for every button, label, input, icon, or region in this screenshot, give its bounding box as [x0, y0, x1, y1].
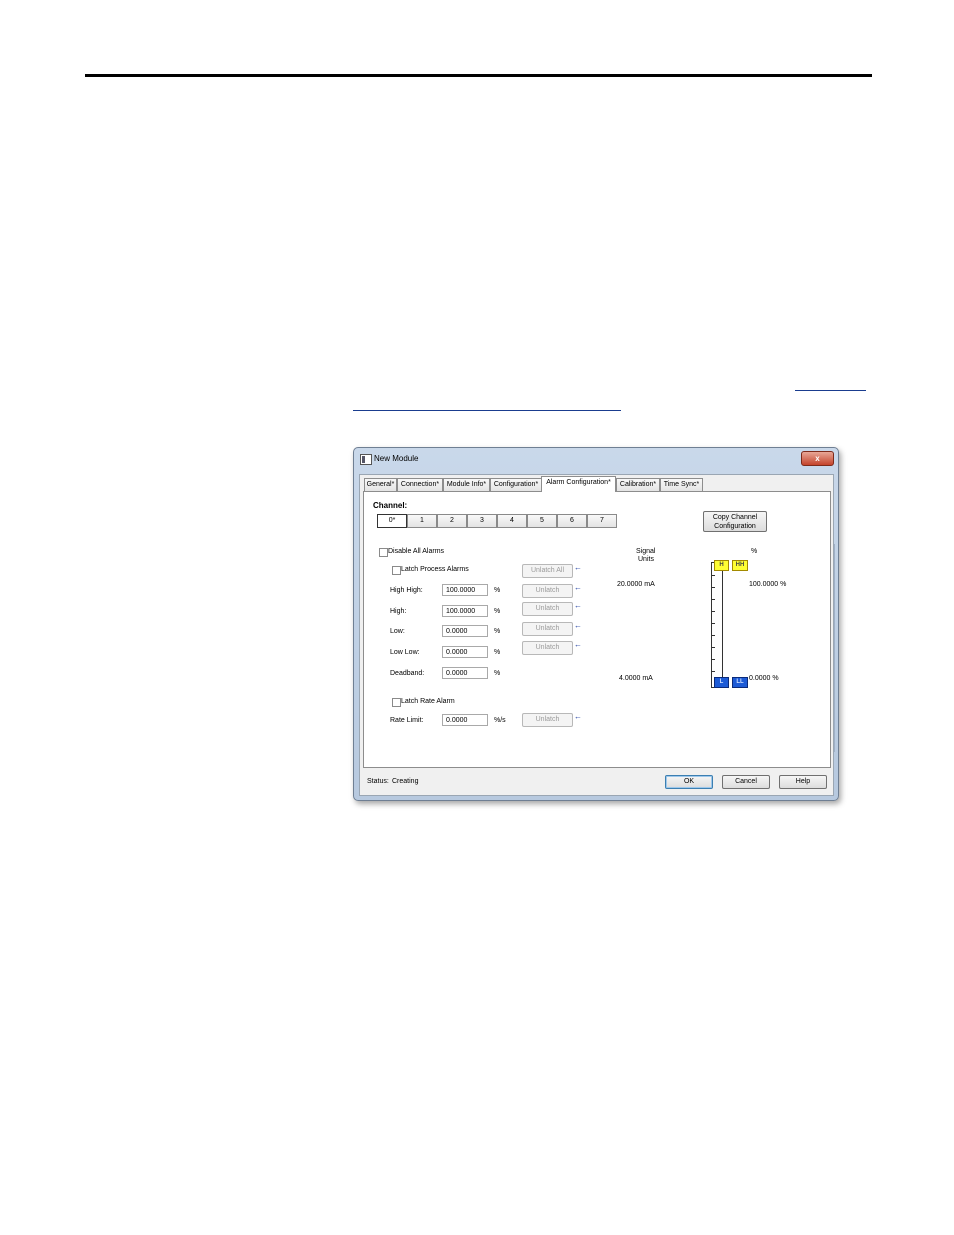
- latch-rate-alarm-label: Latch Rate Alarm: [401, 698, 455, 705]
- tab-module-info[interactable]: Module Info*: [443, 478, 490, 491]
- tab-time-sync[interactable]: Time Sync*: [660, 478, 703, 491]
- low-low-label: Low Low:: [390, 649, 420, 656]
- disable-all-alarms-checkbox[interactable]: [379, 548, 388, 557]
- rate-limit-unit: %/s: [494, 717, 506, 724]
- channel-7-button[interactable]: 7: [587, 514, 617, 528]
- percent-low-value: 0.0000 %: [749, 675, 779, 682]
- channel-2-button[interactable]: 2: [437, 514, 467, 528]
- low-label: Low:: [390, 628, 405, 635]
- deadband-unit: %: [494, 670, 501, 677]
- tab-alarm-configuration[interactable]: Alarm Configuration*: [541, 476, 616, 492]
- help-button[interactable]: Help: [779, 775, 827, 789]
- low-input[interactable]: 0.0000: [442, 625, 488, 637]
- low-unit: %: [494, 628, 501, 635]
- copy-button-line-1: Copy Channel: [712, 514, 758, 521]
- unlatch-arrow-icon: ←: [574, 712, 582, 721]
- signal-low-value: 4.0000 mA: [619, 675, 653, 682]
- low-alarm-marker[interactable]: L: [714, 677, 729, 688]
- signal-units-header-line-2: Units: [638, 556, 654, 563]
- signal-high-value: 20.0000 mA: [617, 581, 655, 588]
- unlatch-high-button[interactable]: Unlatch: [522, 602, 573, 616]
- latch-rate-alarm-checkbox[interactable]: [392, 698, 401, 707]
- channel-5-button[interactable]: 5: [527, 514, 557, 528]
- tab-general[interactable]: General*: [364, 478, 397, 491]
- unlatch-arrow-icon: ←: [574, 563, 582, 572]
- gauge-tick: [712, 647, 715, 648]
- rate-limit-label: Rate Limit:: [390, 717, 424, 724]
- link-underline[interactable]: [795, 390, 866, 391]
- channel-4-button[interactable]: 4: [497, 514, 527, 528]
- deadband-label: Deadband:: [390, 670, 425, 677]
- gauge-tick: [712, 635, 715, 636]
- high-high-input[interactable]: 100.0000: [442, 584, 488, 596]
- window-icon: [360, 454, 372, 465]
- channel-6-button[interactable]: 6: [557, 514, 587, 528]
- unlatch-all-button[interactable]: Unlatch All: [522, 564, 573, 578]
- unlatch-arrow-icon: ←: [574, 640, 582, 649]
- channel-label: Channel:: [373, 501, 408, 510]
- low-low-input[interactable]: 0.0000: [442, 646, 488, 658]
- high-alarm-marker[interactable]: H: [714, 560, 729, 571]
- new-module-dialog: New Module x General* Connection* Module…: [353, 447, 839, 801]
- title-bar: New Module x: [354, 448, 838, 470]
- alarm-configuration-panel: Channel: 0* 1 2 3 4 5 6 7 Copy Channel C…: [363, 491, 831, 768]
- copy-button-line-2: Configuration: [714, 523, 756, 530]
- tab-calibration[interactable]: Calibration*: [616, 478, 660, 491]
- high-high-alarm-marker[interactable]: HH: [732, 560, 748, 571]
- channel-1-button[interactable]: 1: [407, 514, 437, 528]
- gauge-tick: [712, 671, 715, 672]
- ok-button[interactable]: OK: [665, 775, 713, 789]
- gauge-tick: [712, 587, 715, 588]
- high-high-label: High High:: [390, 587, 423, 594]
- cancel-button[interactable]: Cancel: [722, 775, 770, 789]
- rate-limit-input[interactable]: 0.0000: [442, 714, 488, 726]
- copy-channel-configuration-button[interactable]: Copy Channel Configuration: [703, 511, 767, 532]
- low-low-unit: %: [494, 649, 501, 656]
- unlatch-arrow-icon: ←: [574, 601, 582, 610]
- percent-high-value: 100.0000 %: [749, 581, 787, 588]
- signal-units-header-line-1: Signal: [636, 548, 656, 555]
- status-value: Creating: [392, 778, 419, 785]
- gauge-tick: [712, 611, 715, 612]
- gauge-tick: [712, 659, 715, 660]
- close-button[interactable]: x: [801, 451, 834, 466]
- unlatch-rate-button[interactable]: Unlatch: [522, 713, 573, 727]
- unlatch-low-button[interactable]: Unlatch: [522, 622, 573, 636]
- high-label: High:: [390, 608, 407, 615]
- status-label: Status:: [367, 778, 389, 785]
- dialog-client-area: General* Connection* Module Info* Config…: [359, 474, 834, 796]
- unlatch-low-low-button[interactable]: Unlatch: [522, 641, 573, 655]
- window-title: New Module: [374, 454, 419, 463]
- gauge-tick: [712, 623, 715, 624]
- unlatch-arrow-icon: ←: [574, 583, 582, 592]
- disable-all-alarms-label: Disable All Alarms: [388, 548, 445, 555]
- unlatch-high-high-button[interactable]: Unlatch: [522, 584, 573, 598]
- latch-process-alarms-label: Latch Process Alarms: [401, 566, 469, 573]
- channel-3-button[interactable]: 3: [467, 514, 497, 528]
- high-input[interactable]: 100.0000: [442, 605, 488, 617]
- channel-0-button[interactable]: 0*: [377, 514, 407, 528]
- latch-process-alarms-checkbox[interactable]: [392, 566, 401, 575]
- alarm-scale-gauge: [711, 562, 723, 688]
- deadband-input[interactable]: 0.0000: [442, 667, 488, 679]
- link-underline[interactable]: [353, 410, 621, 411]
- percent-header: %: [751, 548, 758, 555]
- page-header-rule: [85, 74, 872, 77]
- gauge-tick: [712, 575, 715, 576]
- tab-configuration[interactable]: Configuration*: [490, 478, 542, 491]
- unlatch-arrow-icon: ←: [574, 621, 582, 630]
- high-high-unit: %: [494, 587, 501, 594]
- high-unit: %: [494, 608, 501, 615]
- low-low-alarm-marker[interactable]: LL: [732, 677, 748, 688]
- tab-connection[interactable]: Connection*: [397, 478, 443, 491]
- gauge-tick: [712, 599, 715, 600]
